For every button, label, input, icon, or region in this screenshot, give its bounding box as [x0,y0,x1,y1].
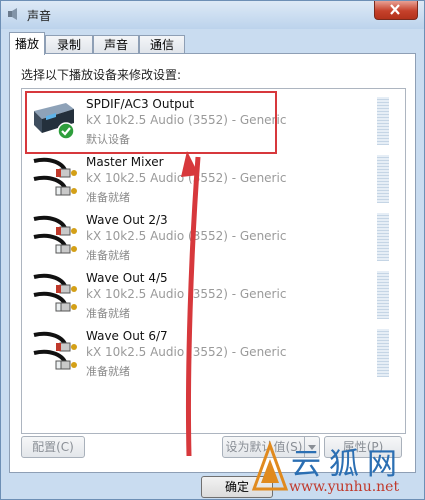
watermark-logo: 云狐网 www.yunhu.net [251,439,421,499]
sound-dialog: 声音 播放 录制 声音 通信 选择以下播放设备来修改设置: SPDIF/AC3 … [0,0,425,500]
watermark-url: www.yunhu.net [289,479,400,495]
watermark-text: 云狐网 [291,447,405,482]
fox-logo-icon [251,441,289,491]
tab-playback[interactable]: 播放 [9,32,45,55]
annotation-arrow [181,151,201,457]
